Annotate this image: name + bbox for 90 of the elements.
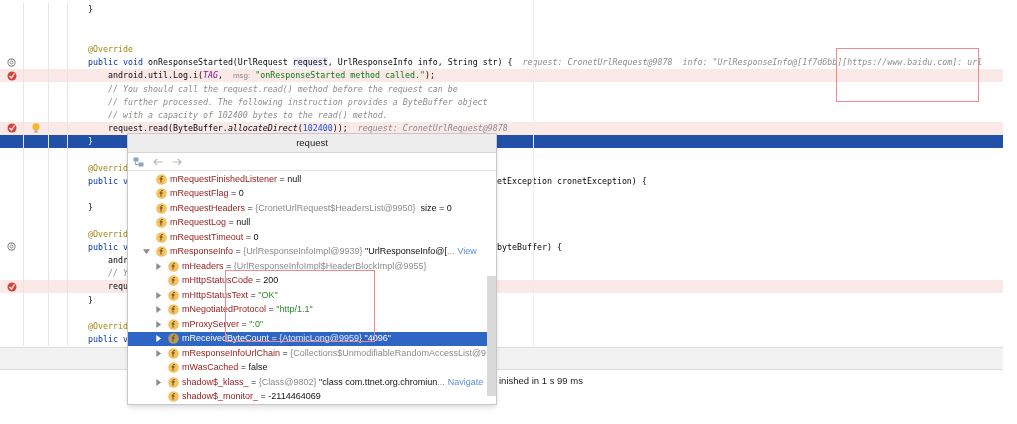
variable-label: mResponseInfoUrlChain = {Collections$UnmodifiableRandomAccessList@9: [182, 348, 487, 358]
field-icon: [168, 391, 179, 403]
variable-label: mHeaders = {UrlResponseInfoImpl$HeaderBlockImpl@9955}: [182, 261, 427, 271]
variable-row[interactable]: mRequestHeaders = {CronetUrlRequest$HeadersList@9950} size = 0: [128, 201, 487, 216]
variable-label: mProxyServer = ":0": [182, 319, 264, 329]
variable-row[interactable]: mProxyServer = ":0": [128, 317, 487, 332]
code-text: @Overrid: [88, 320, 128, 331]
expand-arrow-icon[interactable]: [155, 291, 162, 299]
variable-row[interactable]: mRequestFinishedListener = null: [128, 172, 487, 187]
variable-label: mRequestLog = null: [170, 218, 251, 228]
code-text: @Overrid: [88, 162, 128, 173]
code-text: requ: [106, 281, 128, 292]
variable-label: mRequestTimeout = 0: [170, 232, 259, 242]
code-text: public void onResponseStarted(UrlRequest request, UrlResponseInfo info, String str) {: [88, 57, 513, 68]
variable-label: shadow$_monitor_ = -2114464069: [182, 392, 321, 402]
field-icon: [156, 173, 167, 185]
variable-label: mResponseInfo = {UrlResponseInfoImpl@9939} "UrlResponseInfo@[...: [170, 247, 455, 257]
override-icon[interactable]: [7, 57, 16, 67]
code-text: andr: [106, 255, 128, 265]
code-text: }: [88, 294, 93, 305]
variable-row[interactable]: shadow$_monitor_ = -2114464069: [128, 389, 487, 404]
field-icon: [156, 231, 167, 243]
variable-label: mWasCached = false: [182, 363, 268, 373]
code-text: }: [88, 136, 93, 147]
back-arrow-icon[interactable]: [153, 157, 163, 166]
variable-row[interactable]: mNegotiatedProtocol = "http/1.1": [128, 302, 487, 317]
field-icon: [168, 289, 179, 301]
field-icon: [156, 246, 167, 258]
code-text: }: [88, 4, 93, 15]
variable-label: mRequestFinishedListener = null: [170, 174, 302, 184]
code-text: public v: [88, 334, 128, 345]
variable-row[interactable]: mRequestFlag = 0: [128, 186, 487, 201]
breakpoint-icon[interactable]: [6, 123, 17, 134]
field-icon: [156, 188, 167, 200]
code-text: android.util.Log.i(TAG, msg: "onResponseStarted method called.");: [106, 70, 436, 81]
expand-arrow-icon[interactable]: [155, 306, 162, 314]
variable-label: mRequestHeaders = {CronetUrlRequest$HeadersList@9950} size = 0: [170, 203, 452, 213]
breakpoint-icon[interactable]: [6, 281, 17, 292]
code-text: // with a capacity of 102400 bytes to the read() method.: [106, 109, 388, 120]
field-icon: [168, 275, 179, 287]
variable-label: mHttpStatusText = "OK": [182, 290, 278, 300]
variable-row[interactable]: mHeaders = {UrlResponseInfoImpl$HeaderBlockImpl@9955}: [128, 259, 487, 274]
code-text: // You should call the request.read() method before the request can be: [106, 83, 458, 94]
expand-arrow-icon[interactable]: [155, 378, 162, 386]
expand-arrow-icon[interactable]: [155, 320, 162, 328]
code-text: // further processed. The following instruction provides a ByteBuffer object: [106, 96, 488, 107]
variable-row[interactable]: mHttpStatusCode = 200: [128, 273, 487, 288]
link[interactable]: Navigate: [447, 377, 484, 387]
field-icon: [168, 333, 179, 345]
field-icon: [156, 202, 167, 214]
variable-row[interactable]: mRequestLog = null: [128, 215, 487, 230]
collapse-arrow-icon[interactable]: [143, 248, 150, 256]
variable-row[interactable]: mWasCached = false: [128, 360, 487, 375]
field-icon: [168, 376, 179, 388]
variable-label: mHttpStatusCode = 200: [182, 276, 279, 286]
variable-label: shadow$_klass_ = {Class@9802} "class com.ttnet.org.chromiun...: [182, 377, 445, 387]
expand-arrow-icon[interactable]: [155, 349, 162, 357]
expand-arrow-icon[interactable]: [155, 262, 162, 270]
lightbulb-icon[interactable]: [32, 123, 40, 134]
field-icon: [168, 362, 179, 374]
variable-row[interactable]: mResponseInfo = {UrlResponseInfoImpl@9939} "UrlResponseInfo@[... View: [128, 244, 487, 259]
field-icon: [168, 260, 179, 272]
field-icon: [168, 318, 179, 330]
scrollbar[interactable]: [487, 276, 496, 396]
field-icon: [156, 217, 167, 229]
code-text: @Overrid: [88, 228, 128, 239]
popup-title: request: [296, 135, 328, 150]
variable-row[interactable]: mRequestTimeout = 0: [128, 230, 487, 245]
field-icon: [168, 304, 179, 316]
code-text: }: [88, 202, 93, 213]
link[interactable]: View: [457, 247, 477, 257]
variable-row[interactable]: shadow$_klass_ = {Class@9802} "class com.ttnet.org.chromiun... Navigate: [128, 375, 487, 390]
code-text: byteBuffer) {: [497, 242, 562, 252]
code-text: etException cronetException) {: [497, 176, 647, 186]
forward-arrow-icon[interactable]: [172, 157, 182, 166]
variable-label: mRequestFlag = 0: [170, 189, 244, 199]
breakpoint-icon[interactable]: [6, 70, 17, 81]
variable-row[interactable]: mResponseInfoUrlChain = {Collections$UnmodifiableRandomAccessList@9: [128, 346, 487, 361]
override-icon[interactable]: [7, 242, 16, 252]
hierarchy-icon[interactable]: [133, 156, 144, 167]
field-icon: [168, 347, 179, 359]
code-text: public v: [88, 241, 128, 252]
code-text: public v: [88, 175, 128, 186]
code-text: @Override: [88, 44, 133, 54]
expand-arrow-icon[interactable]: [155, 335, 162, 343]
inline-hint: request: CronetUrlRequest@9878: [357, 124, 508, 133]
status-message: inished in 1 s 99 ms: [499, 374, 583, 388]
variable-row[interactable]: mHttpStatusText = "OK": [128, 288, 487, 303]
code-text: request.read(ByteBuffer.allocateDirect(102400));: [106, 123, 348, 134]
variable-label: mNegotiatedProtocol = "http/1.1": [182, 305, 313, 315]
